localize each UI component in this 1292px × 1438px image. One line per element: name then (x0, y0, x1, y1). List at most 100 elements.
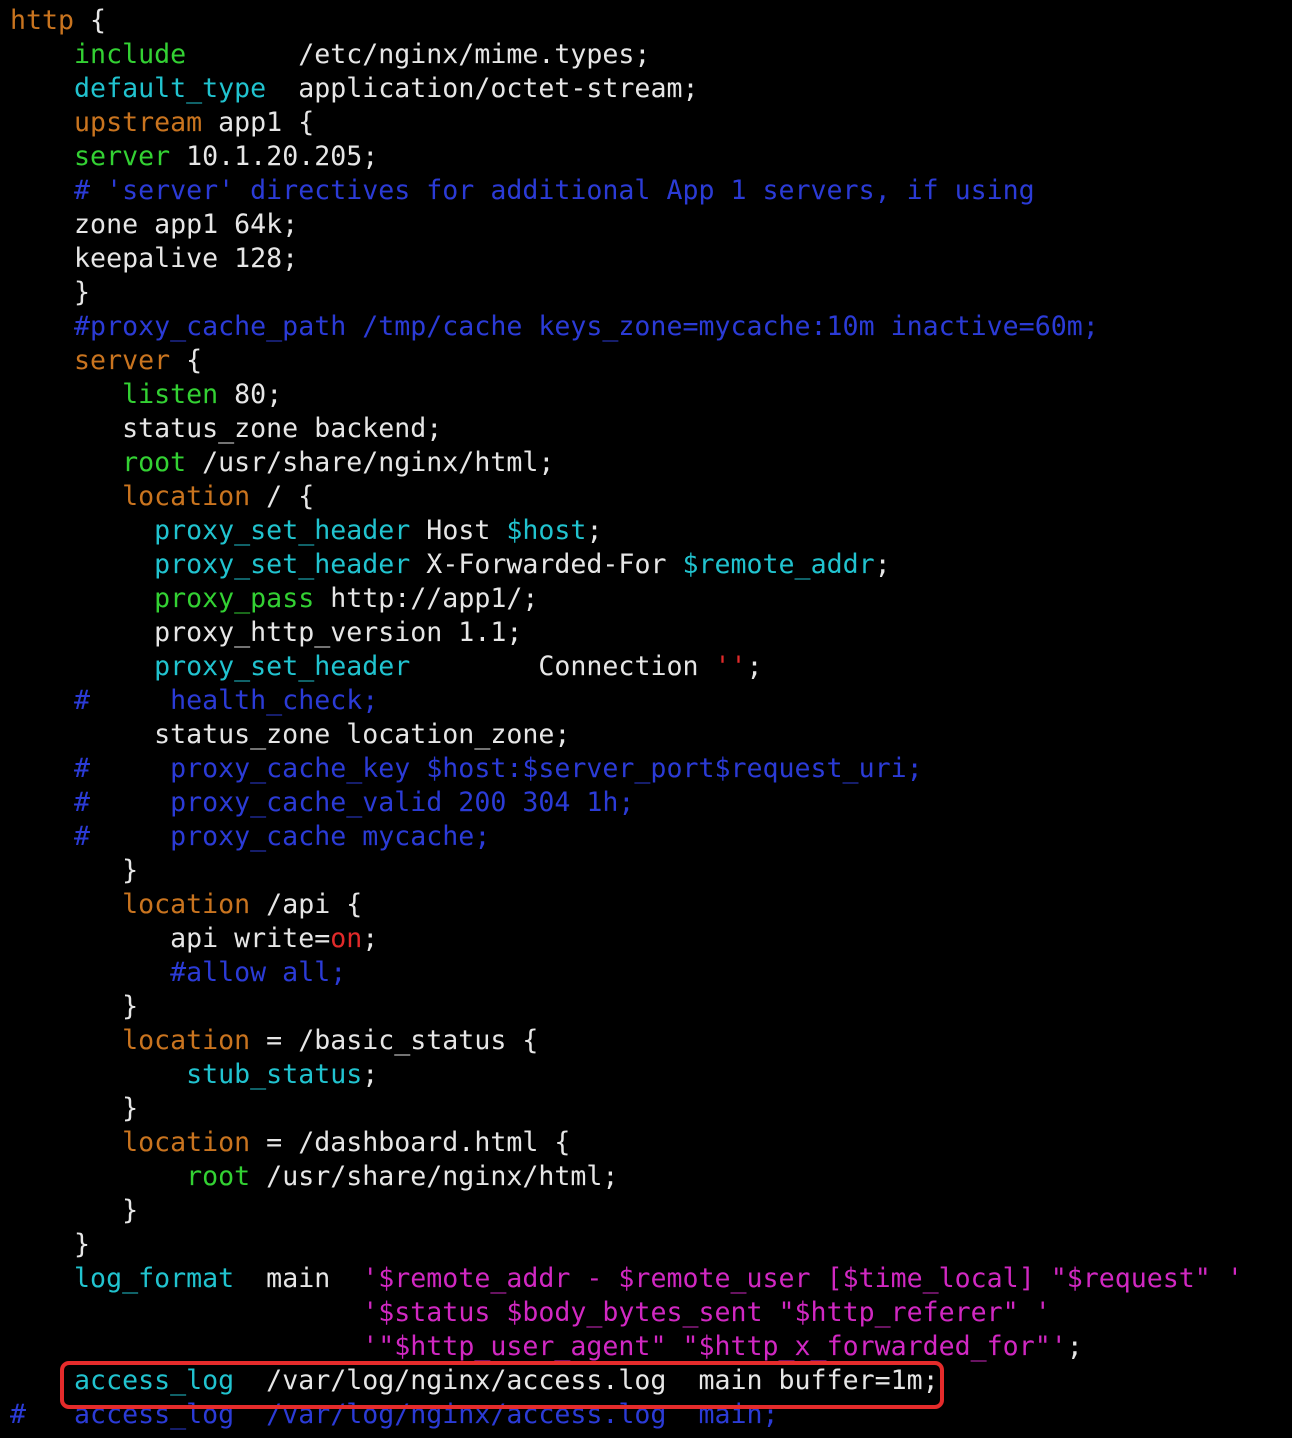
code-token: proxy_set_header (154, 515, 411, 546)
code-token: $remote_addr (682, 549, 875, 580)
code-token: Host (410, 515, 507, 546)
code-line: } (10, 854, 138, 888)
code-token: '"$http_user_agent" "$http_x_forwarded_f… (362, 1331, 1067, 1362)
code-token: #allow all; (10, 957, 347, 988)
code-token: '' (714, 651, 747, 682)
code-token: log_format (74, 1263, 235, 1294)
code-line: include /etc/nginx/mime.types; (10, 38, 650, 72)
code-token: zone app1 64k; (10, 209, 299, 240)
code-line: status_zone backend; (10, 412, 442, 446)
code-token: app1 { (202, 107, 315, 138)
code-token: include (74, 39, 187, 70)
code-line: http { (10, 4, 106, 38)
code-line: proxy_set_header Host $host; (10, 514, 602, 548)
code-line: '$status $body_bytes_sent "$http_referer… (10, 1296, 1051, 1330)
code-token: '$remote_addr - $remote_user [$time_loca… (362, 1263, 1243, 1294)
code-line: stub_status; (10, 1058, 378, 1092)
code-line: root /usr/share/nginx/html; (10, 446, 554, 480)
code-line: #allow all; (10, 956, 346, 990)
code-token: http://app1/; (314, 583, 539, 614)
code-line: } (10, 276, 90, 310)
code-token: root (186, 1161, 251, 1192)
code-line: server { (10, 344, 202, 378)
code-line: proxy_set_header Connection ''; (10, 650, 762, 684)
code-token: } (10, 1093, 139, 1124)
code-token: stub_status (186, 1059, 363, 1090)
code-line: } (10, 1092, 138, 1126)
code-line: } (10, 1194, 138, 1228)
code-token: ; (874, 549, 891, 580)
code-line: location = /dashboard.html { (10, 1126, 570, 1160)
code-token: listen (122, 379, 219, 410)
code-line: proxy_set_header X-Forwarded-For $remote… (10, 548, 891, 582)
code-token: api write= (10, 923, 331, 954)
code-token: { (170, 345, 203, 376)
code-token: main (234, 1263, 363, 1294)
code-token: $host (506, 515, 587, 546)
code-token: proxy_set_header (154, 651, 411, 682)
code-token: #proxy_cache_path /tmp/cache keys_zone=m… (10, 311, 1099, 342)
code-token: application/octet-stream; (266, 73, 699, 104)
code-token: server (74, 345, 171, 376)
code-token: } (10, 277, 91, 308)
code-line: location = /basic_status { (10, 1024, 538, 1058)
code-line: } (10, 990, 138, 1024)
code-line: default_type application/octet-stream; (10, 72, 698, 106)
code-token: /usr/share/nginx/html; (250, 1161, 619, 1192)
code-line: proxy_http_version 1.1; (10, 616, 522, 650)
code-line: # proxy_cache mycache; (10, 820, 490, 854)
code-line: status_zone location_zone; (10, 718, 570, 752)
code-token: } (10, 855, 139, 886)
code-token: proxy_set_header (154, 549, 411, 580)
code-token: proxy_pass (154, 583, 315, 614)
code-token: X-Forwarded-For (410, 549, 683, 580)
code-token: upstream (74, 107, 203, 138)
code-token: '$status $body_bytes_sent "$http_referer… (362, 1297, 1051, 1328)
code-line: # 'server' directives for additional App… (10, 174, 1035, 208)
code-token: 80; (218, 379, 283, 410)
terminal-editor[interactable]: http { include /etc/nginx/mime.types; de… (0, 0, 1292, 1438)
code-token: /usr/share/nginx/html; (186, 447, 555, 478)
code-token: } (10, 1229, 91, 1260)
code-line: proxy_pass http://app1/; (10, 582, 538, 616)
code-token: root (122, 447, 187, 478)
code-line: } (10, 1228, 90, 1262)
code-token: = /basic_status { (250, 1025, 539, 1056)
code-token: proxy_http_version 1.1; (10, 617, 523, 648)
code-token: { (74, 5, 107, 36)
code-token: http (10, 5, 75, 36)
code-token: # proxy_cache_valid 200 304 1h; (10, 787, 635, 818)
code-line: # health_check; (10, 684, 378, 718)
code-line: root /usr/share/nginx/html; (10, 1160, 618, 1194)
code-token: # health_check; (10, 685, 379, 716)
code-token: ; (362, 923, 379, 954)
code-line: location / { (10, 480, 314, 514)
code-line: location /api { (10, 888, 362, 922)
code-line: log_format main '$remote_addr - $remote_… (10, 1262, 1243, 1296)
code-token: } (10, 1195, 139, 1226)
code-token: # proxy_cache_key $host:$server_port$req… (10, 753, 923, 784)
code-token: = /dashboard.html { (250, 1127, 571, 1158)
code-token: /api { (250, 889, 363, 920)
code-line: listen 80; (10, 378, 282, 412)
code-token: location (122, 1025, 251, 1056)
code-token: server (74, 141, 171, 172)
code-token: ; (586, 515, 603, 546)
code-line: zone app1 64k; (10, 208, 298, 242)
